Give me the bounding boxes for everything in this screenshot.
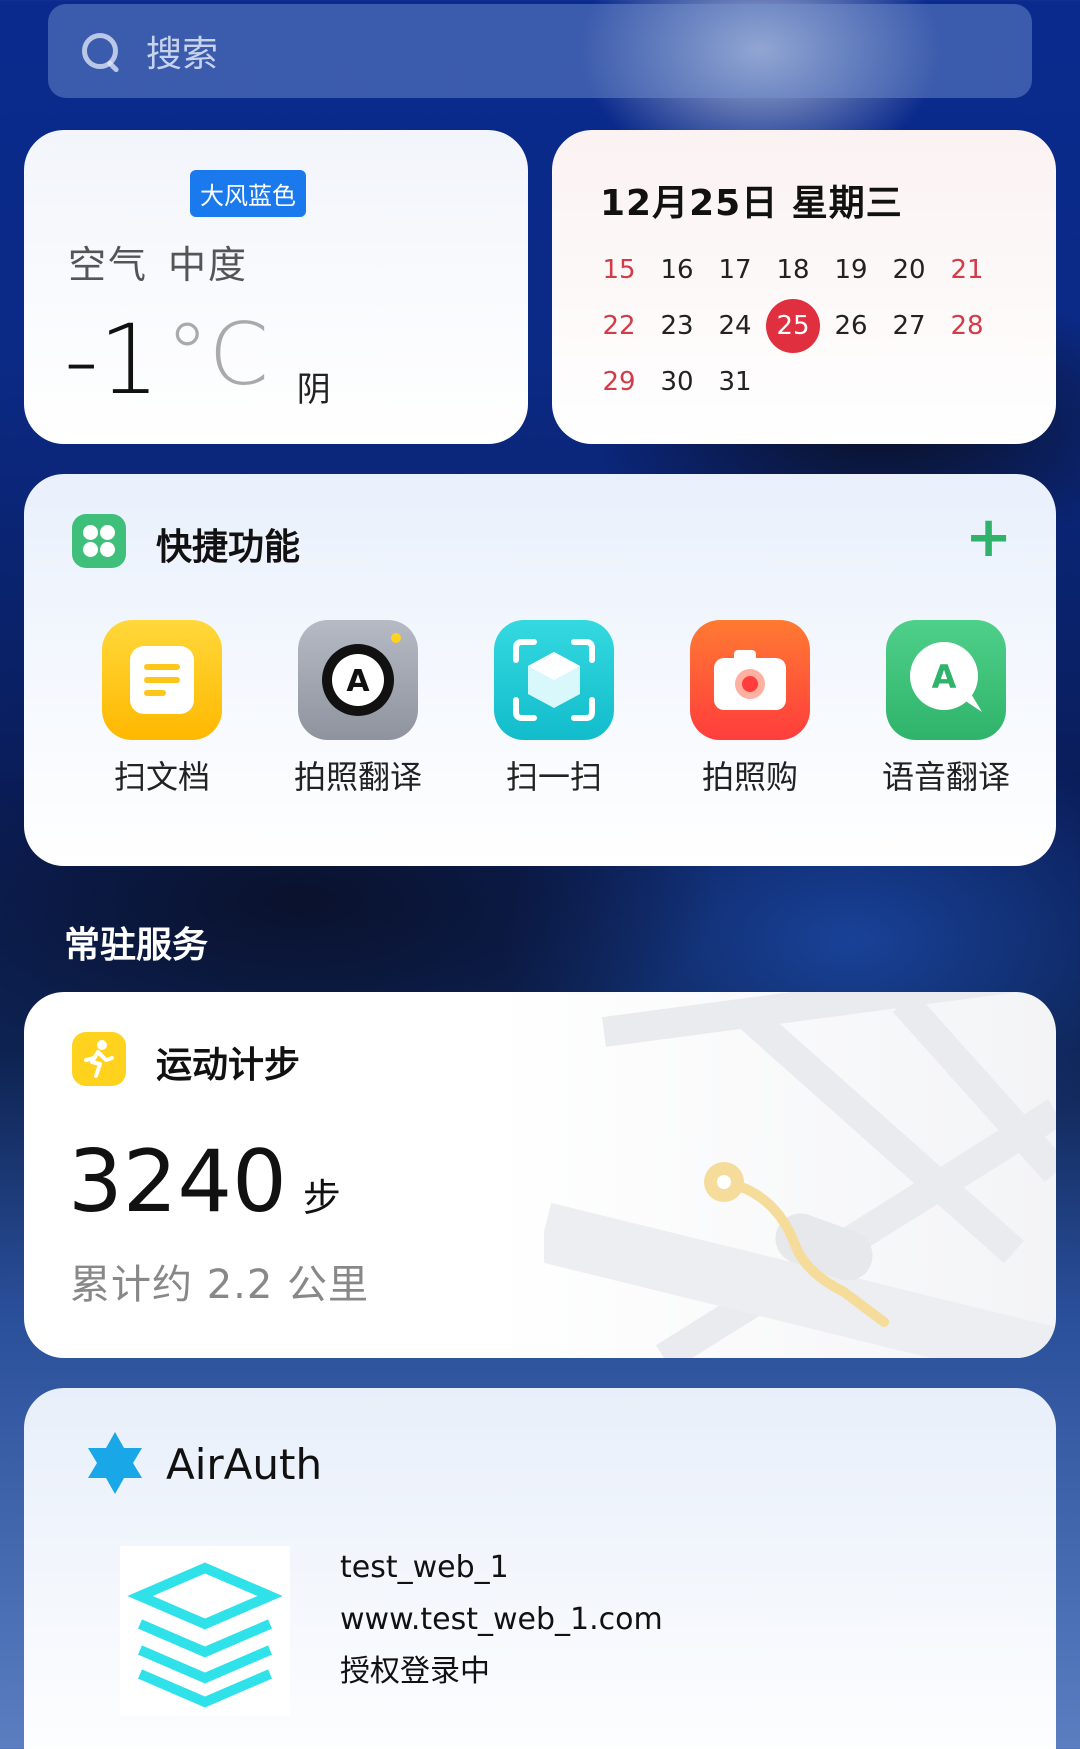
app-scan[interactable]: 扫一扫: [456, 620, 652, 798]
step-counter-title: 运动计步: [156, 1045, 301, 1086]
calendar-day: 15: [602, 255, 636, 285]
svg-text:A: A: [346, 664, 370, 699]
route-map-illustration: [544, 992, 1056, 1358]
add-shortcut-button[interactable]: +: [965, 510, 1012, 566]
site-url: www.test_web_1.com: [340, 1602, 663, 1637]
auth-status: 授权登录中: [340, 1654, 490, 1689]
document-scan-icon: [102, 620, 222, 740]
weather-alert-badge: 大风蓝色: [190, 170, 306, 217]
quick-functions-title: 快捷功能: [156, 527, 301, 568]
calendar-day: 16: [660, 255, 694, 285]
airauth-star-icon: [88, 1432, 142, 1494]
temperature-value: -1: [64, 304, 160, 416]
voice-translate-icon: A: [886, 620, 1006, 740]
app-label: 拍照购: [701, 758, 798, 796]
airauth-card[interactable]: AirAuth test_web_1 www.test_web_1.com 授权…: [24, 1388, 1056, 1749]
calendar-date: 12月25日 星期三: [600, 183, 903, 224]
app-photo-shop[interactable]: 拍照购: [652, 620, 848, 798]
quick-apps-row: 扫文档 A 拍照翻译 扫一扫 拍照购 A 语音翻译: [64, 620, 1044, 798]
site-name: test_web_1: [340, 1550, 509, 1585]
search-placeholder: 搜索: [146, 34, 219, 75]
calendar-week-row: 29 30 31: [590, 354, 1030, 410]
scan-cube-icon: [494, 620, 614, 740]
airauth-title: AirAuth: [166, 1440, 323, 1489]
calendar-day: 31: [718, 367, 752, 397]
calendar-day: 17: [718, 255, 752, 285]
camera-shop-icon: [690, 620, 810, 740]
app-label: 拍照翻译: [293, 758, 422, 796]
app-label: 扫文档: [113, 758, 210, 796]
calendar-card[interactable]: 12月25日 星期三 15 16 17 18 19 20 21 22 23 24 25 26 27 28 2…: [552, 130, 1056, 444]
step-count-unit: 步: [302, 1176, 341, 1220]
step-count-value: 3240: [68, 1132, 287, 1232]
running-icon: [72, 1032, 126, 1086]
photo-translate-icon: A: [298, 620, 418, 740]
calendar-day: 29: [602, 367, 636, 397]
calendar-week-row: 15 16 17 18 19 20 21: [590, 242, 1030, 298]
auth-request-info: test_web_1 www.test_web_1.com 授权登录中: [340, 1542, 663, 1698]
app-scan-document[interactable]: 扫文档: [64, 620, 260, 798]
calendar-day: 19: [834, 255, 868, 285]
calendar-day: 22: [602, 311, 636, 341]
site-logo: [120, 1546, 290, 1716]
calendar-week-row: 22 23 24 25 26 27 28: [590, 298, 1030, 354]
temperature-unit: °C: [165, 305, 269, 405]
calendar-day-today: 25: [766, 299, 820, 353]
weather-card[interactable]: 大风蓝色 空气 中度 -1 °C 阴: [24, 130, 528, 444]
calendar-day: 27: [892, 311, 926, 341]
temperature-display: -1 °C 阴: [64, 312, 331, 411]
quick-functions-card: 快捷功能 + 扫文档 A 拍照翻译 扫一扫 拍照购 A 语音翻译: [24, 474, 1056, 866]
app-voice-translate[interactable]: A 语音翻译: [848, 620, 1044, 798]
calendar-day: 20: [892, 255, 926, 285]
weather-condition: 阴: [296, 370, 331, 410]
app-label: 语音翻译: [881, 758, 1010, 796]
app-photo-translate[interactable]: A 拍照翻译: [260, 620, 456, 798]
svg-text:A: A: [932, 658, 957, 696]
calendar-day: 26: [834, 311, 868, 341]
air-label: 空气: [68, 243, 149, 287]
step-count: 3240 步: [68, 1132, 341, 1232]
search-bar[interactable]: 搜索: [48, 4, 1032, 98]
calendar-day: 24: [718, 311, 752, 341]
step-counter-card[interactable]: 运动计步 3240 步 累计约 2.2 公里: [24, 992, 1056, 1358]
calendar-day: 18: [776, 255, 810, 285]
search-icon: [78, 29, 122, 73]
calendar-grid: 15 16 17 18 19 20 21 22 23 24 25 26 27 28 29 30 31: [590, 242, 1030, 410]
air-value: 中度: [168, 243, 249, 287]
calendar-day: 21: [950, 255, 984, 285]
calendar-day: 28: [950, 311, 984, 341]
calendar-day: 30: [660, 367, 694, 397]
step-distance: 累计约 2.2 公里: [70, 1262, 370, 1308]
calendar-day: 23: [660, 311, 694, 341]
services-section-title: 常驻服务: [64, 925, 209, 966]
air-quality: 空气 中度: [68, 234, 268, 289]
app-label: 扫一扫: [505, 758, 602, 796]
quick-functions-icon: [72, 514, 126, 568]
